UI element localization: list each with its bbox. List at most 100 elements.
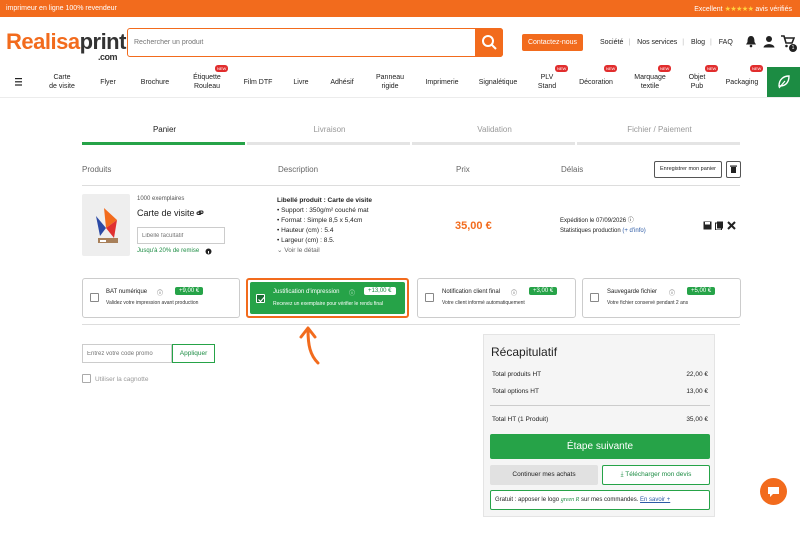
category-label: Livre	[293, 78, 309, 86]
leaf-icon	[778, 75, 790, 89]
logo-domain: .com	[98, 52, 118, 62]
step-panier[interactable]: Panier	[82, 125, 247, 145]
nav-faq[interactable]: FAQ	[719, 39, 733, 46]
product-name: Carte de visite	[137, 208, 195, 218]
cart-count-badge: 1	[789, 44, 797, 52]
step-label: Validation	[477, 125, 512, 134]
continue-shopping-button[interactable]: Continuer mes achats	[490, 465, 598, 485]
step-livraison: Livraison	[247, 125, 412, 145]
product-thumbnail	[82, 194, 130, 256]
info-icon[interactable]: ⓘ	[511, 288, 517, 297]
info-icon[interactable]: ⓘ	[669, 288, 675, 297]
option-desc: Votre fichier conservé pendant 2 ans	[607, 300, 689, 306]
step-label: Panier	[152, 125, 177, 134]
promo-code-input[interactable]	[82, 344, 172, 363]
category-14[interactable]: Packaging NEW	[712, 65, 772, 97]
summary-title: Récapitulatif	[491, 345, 558, 359]
info-icon[interactable]	[205, 248, 212, 255]
save-icon[interactable]	[703, 221, 712, 230]
category-label: Brochure	[140, 78, 170, 86]
kitty-label: Utiliser la cagnotte	[95, 376, 149, 383]
link-icon[interactable]	[196, 209, 204, 217]
category-8[interactable]: Imprimerie	[412, 67, 472, 97]
nav-societe[interactable]: Société	[600, 39, 623, 46]
option-sauvegarde[interactable]: Sauvegarde fichier ⓘ +5,00 € Votre fichi…	[582, 278, 741, 318]
apply-promo-button[interactable]: Appliquer	[172, 344, 215, 363]
reviews-excellent: Excellent	[694, 6, 723, 13]
option-price: +13,00 €	[364, 287, 396, 295]
more-info-link[interactable]: (+ d'info)	[622, 228, 645, 234]
info-icon[interactable]: ⓘ	[628, 218, 634, 224]
category-label: Carte de visite	[49, 74, 75, 90]
option-checkbox[interactable]	[90, 293, 99, 302]
nav-blog[interactable]: Blog	[691, 39, 705, 46]
desc-title: Libellé produit : Carte de visite	[277, 197, 372, 204]
option-desc: Votre client informé automatiquement	[442, 300, 525, 306]
category-label: Film DTF	[243, 78, 273, 86]
search-bar	[127, 28, 503, 57]
option-justification[interactable]: Justification d'impression ⓘ +13,00 € Re…	[246, 278, 409, 318]
arrow-annotation-icon	[299, 326, 320, 365]
option-title: BAT numérique	[106, 289, 148, 295]
download-quote-button[interactable]: ⤓ Télécharger mon devis	[602, 465, 710, 485]
copy-icon[interactable]	[715, 221, 724, 230]
step-fichier-paiement: Fichier / Paiement	[577, 125, 742, 145]
delivery-info: Expédition le 07/09/2026 ⓘ Statistiques …	[560, 216, 646, 236]
category-label: Étiquette Rouleau	[193, 74, 221, 90]
logo-text-part2: print	[79, 29, 127, 54]
green-logo-text: green	[560, 497, 575, 503]
production-stats: Statistiques production	[560, 228, 621, 234]
option-price: +5,00 €	[687, 287, 716, 295]
eco-leaf-button[interactable]	[767, 67, 800, 97]
new-badge: NEW	[750, 65, 764, 72]
learn-more-link[interactable]: En savoir +	[640, 497, 670, 503]
col-price: Prix	[456, 165, 470, 174]
desc-line: • Support : 350g/m² couché mat	[277, 207, 369, 214]
green-logo-offer: Gratuit : apposer le logo green R sur me…	[490, 490, 710, 510]
category-7[interactable]: Panneau rigide	[360, 67, 420, 97]
option-checkbox[interactable]	[425, 293, 434, 302]
summary-row: Total options HT 13,00 €	[492, 388, 708, 395]
logo-text-part1: Realisa	[6, 29, 80, 54]
nav-services[interactable]: Nos services	[637, 39, 677, 46]
option-checkbox-checked[interactable]	[256, 294, 265, 303]
contact-button[interactable]: Contactez-nous	[522, 34, 583, 51]
info-icon[interactable]: ⓘ	[349, 288, 355, 297]
option-price: +3,00 €	[529, 287, 558, 295]
chat-button[interactable]	[760, 478, 787, 505]
col-delays: Délais	[561, 165, 584, 174]
green-offer-text: Gratuit : apposer le logo	[495, 497, 560, 503]
summary-row-total: Total HT (1 Produit) 35,00 €	[492, 416, 708, 423]
step-validation: Validation	[412, 125, 577, 145]
row-label: Total HT (1 Produit)	[492, 416, 549, 423]
info-icon[interactable]: ⓘ	[157, 288, 163, 297]
category-11[interactable]: Décoration NEW	[566, 65, 626, 97]
green-offer-text-2: sur mes commandes.	[581, 497, 639, 503]
summary-divider	[490, 405, 710, 406]
option-notification[interactable]: Notification client final ⓘ +3,00 € Votr…	[417, 278, 576, 318]
option-checkbox[interactable]	[590, 293, 599, 302]
category-2[interactable]: Brochure	[125, 67, 185, 97]
next-step-button[interactable]: Étape suivante	[490, 434, 710, 459]
search-button[interactable]	[475, 28, 503, 57]
product-label-input[interactable]	[137, 227, 225, 244]
shipping-date: Expédition le 07/09/2026	[560, 218, 627, 224]
user-icon[interactable]	[763, 35, 775, 48]
new-badge: NEW	[215, 65, 229, 72]
option-bat-numerique[interactable]: BAT numérique ⓘ +9,00 € Validez votre im…	[82, 278, 240, 318]
product-price: 35,00 €	[455, 220, 492, 232]
search-input[interactable]	[128, 29, 476, 56]
clear-cart-button[interactable]	[726, 161, 741, 178]
see-detail-link[interactable]: ⌄ Voir le détail	[277, 246, 372, 256]
category-label: Packaging	[725, 78, 759, 86]
hamburger-menu-icon[interactable]	[14, 77, 24, 87]
reviews-rating[interactable]: Excellent ★★★★★ avis vérifiés	[694, 5, 792, 13]
option-desc: Validez votre impression avant productio…	[106, 300, 199, 306]
close-icon[interactable]	[727, 221, 736, 230]
save-cart-button[interactable]: Enregistrer mon panier	[654, 161, 722, 178]
site-logo[interactable]: Realisaprint .com	[6, 29, 127, 62]
bell-icon[interactable]	[745, 35, 757, 48]
kitty-checkbox[interactable]	[82, 374, 91, 383]
see-detail-label: Voir le détail	[284, 247, 320, 254]
discount-text: Jusqu'à 20% de remise	[137, 248, 200, 254]
